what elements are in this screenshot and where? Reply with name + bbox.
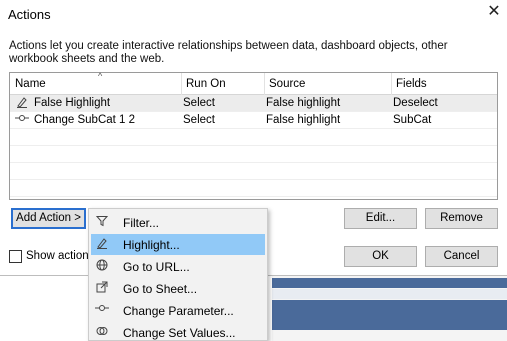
table-row-empty [10,129,497,146]
menu-item-go-to-sheet[interactable]: Go to Sheet... [91,278,265,299]
table-row-empty [10,163,497,180]
menu-item-filter[interactable]: Filter... [91,212,265,233]
column-header-source[interactable]: Source [269,78,305,90]
menu-item-label: Go to Sheet... [123,282,198,296]
add-action-menu: Filter... Highlight... Go to URL... Go t… [88,208,268,341]
row-name: Change SubCat 1 2 [34,114,136,126]
row-fields: Deselect [393,97,438,109]
column-header-fields[interactable]: Fields [396,78,427,90]
row-name: False Highlight [34,97,111,109]
column-divider[interactable] [391,73,392,95]
table-header: ^ Name Run On Source Fields [10,71,497,95]
cancel-button[interactable]: Cancel [425,246,498,267]
column-header-run-on[interactable]: Run On [186,78,226,90]
background-gridline [272,289,507,299]
column-header-name[interactable]: Name [15,78,46,90]
menu-item-change-set-values[interactable]: Change Set Values... [91,322,265,341]
table-row-empty [10,146,497,163]
menu-item-label: Change Set Values... [123,326,236,340]
highlight-icon [95,237,109,251]
menu-item-label: Filter... [123,216,160,230]
show-actions-checkbox[interactable] [9,250,22,263]
table-row[interactable]: False Highlight Select False highlight D… [10,95,497,112]
add-action-button[interactable]: Add Action > [11,208,86,229]
edit-button[interactable]: Edit... [344,208,417,229]
background-chart-bar [272,278,507,288]
row-run-on: Select [183,97,215,109]
dialog-title: Actions [8,7,51,22]
row-source: False highlight [266,114,341,126]
external-link-icon [95,281,109,295]
menu-item-label: Go to URL... [123,260,190,274]
parameter-icon [15,113,29,127]
menu-item-label: Change Parameter... [123,304,234,318]
row-run-on: Select [183,114,215,126]
remove-button[interactable]: Remove [425,208,498,229]
dialog-description: Actions let you create interactive relat… [9,40,448,65]
menu-item-label: Highlight... [123,238,180,252]
globe-icon [95,259,109,273]
actions-table: ^ Name Run On Source Fields False Highli… [9,71,498,200]
show-actions-label: Show actions [26,250,95,262]
close-icon[interactable]: ✕ [486,4,502,20]
ok-button[interactable]: OK [344,246,417,267]
filter-icon [95,215,109,229]
set-icon [95,325,109,339]
column-divider[interactable] [181,73,182,95]
row-fields: SubCat [393,114,432,126]
column-divider[interactable] [264,73,265,95]
row-source: False highlight [266,97,341,109]
highlight-icon [15,96,29,110]
menu-item-go-to-url[interactable]: Go to URL... [91,256,265,277]
background-chart-bar [272,300,507,330]
menu-item-change-parameter[interactable]: Change Parameter... [91,300,265,321]
sort-ascending-icon: ^ [98,71,103,81]
parameter-icon [95,303,109,317]
table-row[interactable]: Change SubCat 1 2 Select False highlight… [10,112,497,129]
table-row-empty [10,180,497,197]
menu-item-highlight[interactable]: Highlight... [91,234,265,255]
